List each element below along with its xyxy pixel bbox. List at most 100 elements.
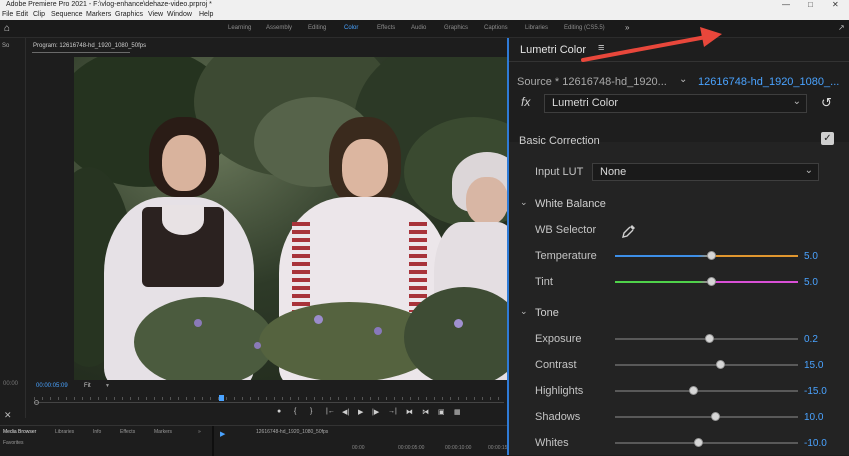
temperature-slider[interactable] bbox=[615, 251, 798, 260]
source-tab[interactable]: So bbox=[2, 43, 9, 49]
maximize-icon[interactable]: □ bbox=[808, 0, 813, 9]
workspace-captions[interactable]: Captions bbox=[484, 25, 508, 31]
panel-menu-icon[interactable]: ≡ bbox=[598, 42, 604, 54]
playhead[interactable] bbox=[219, 395, 224, 401]
menu-sequence[interactable]: Sequence bbox=[51, 10, 83, 20]
mark-out-button[interactable]: } bbox=[310, 408, 312, 415]
slider-knob[interactable] bbox=[716, 360, 726, 369]
workspace-color[interactable]: Color bbox=[344, 25, 358, 31]
white-balance-header[interactable]: White Balance bbox=[535, 198, 606, 210]
workspace-assembly[interactable]: Assembly bbox=[266, 25, 292, 31]
mark-in-button[interactable]: { bbox=[294, 408, 296, 415]
go-to-in-button[interactable]: |← bbox=[326, 408, 335, 415]
home-icon[interactable]: ⌂ bbox=[4, 23, 15, 34]
more-panels-icon[interactable]: » bbox=[198, 429, 201, 435]
temperature-value[interactable]: 5.0 bbox=[804, 251, 818, 262]
time-ruler[interactable] bbox=[34, 397, 504, 400]
workspace-audio[interactable]: Audio bbox=[411, 25, 426, 31]
tint-slider[interactable] bbox=[615, 277, 798, 286]
whites-slider[interactable] bbox=[615, 438, 798, 447]
fit-dropdown[interactable]: Fit bbox=[84, 383, 91, 389]
workspace-editing-cs55[interactable]: Editing (CS5.5) bbox=[564, 25, 605, 31]
wrench-icon[interactable]: ✕ bbox=[4, 410, 12, 421]
comparison-view-button[interactable]: ▦ bbox=[454, 408, 461, 416]
add-marker-button[interactable]: ● bbox=[277, 408, 281, 415]
tint-value[interactable]: 5.0 bbox=[804, 277, 818, 288]
menu-window[interactable]: Window bbox=[167, 10, 192, 20]
input-lut-label: Input LUT bbox=[535, 166, 584, 178]
exposure-slider[interactable] bbox=[615, 334, 798, 343]
tab-effects[interactable]: Effects bbox=[120, 429, 135, 435]
slider-knob[interactable] bbox=[694, 438, 704, 447]
source-chevron-icon[interactable]: ⌄ bbox=[679, 74, 687, 85]
menu-markers[interactable]: Markers bbox=[86, 10, 111, 20]
export-frame-button[interactable]: ▣ bbox=[438, 408, 445, 416]
play-button[interactable]: ▶ bbox=[358, 408, 363, 416]
go-to-out-button[interactable]: →| bbox=[388, 408, 397, 415]
slider-knob[interactable] bbox=[706, 251, 716, 260]
menu-clip[interactable]: Clip bbox=[33, 10, 45, 20]
left-panel: So 00:00 ✕ bbox=[0, 38, 26, 421]
tint-label: Tint bbox=[535, 276, 553, 288]
scrub-bar[interactable] bbox=[34, 402, 504, 403]
close-icon[interactable]: ✕ bbox=[832, 0, 839, 9]
bottom-panels: Media Browser Libraries Info Effects Mar… bbox=[0, 425, 514, 456]
clip-link[interactable]: 12616748-hd_1920_1080_... bbox=[698, 76, 839, 88]
favorites-dropdown[interactable]: Favorites bbox=[3, 440, 24, 446]
reset-icon[interactable]: ↺ bbox=[821, 95, 832, 111]
basic-correction-header[interactable]: Basic Correction bbox=[519, 135, 600, 147]
slider-knob[interactable] bbox=[710, 412, 720, 421]
more-workspaces-icon[interactable]: » bbox=[625, 23, 629, 32]
person-middle-face bbox=[342, 139, 388, 197]
workspace-learning[interactable]: Learning bbox=[228, 25, 251, 31]
eyedropper-icon[interactable] bbox=[621, 223, 637, 239]
program-title[interactable]: Program: 12616748-hd_1920_1080_50fps bbox=[33, 43, 146, 49]
menu-edit[interactable]: Edit bbox=[16, 10, 28, 20]
highlights-slider[interactable] bbox=[615, 386, 798, 395]
menu-help[interactable]: Help bbox=[199, 10, 213, 20]
video-frame[interactable] bbox=[74, 57, 507, 380]
shadows-slider[interactable] bbox=[615, 412, 798, 421]
whites-value[interactable]: -10.0 bbox=[804, 438, 827, 449]
exposure-value[interactable]: 0.2 bbox=[804, 334, 818, 345]
workspace-editing[interactable]: Editing bbox=[308, 25, 326, 31]
workspace-graphics[interactable]: Graphics bbox=[444, 25, 468, 31]
menu-view[interactable]: View bbox=[148, 10, 163, 20]
lift-button[interactable]: ⧓ bbox=[406, 408, 413, 416]
program-timecode[interactable]: 00:00:05:09 bbox=[36, 383, 68, 389]
export-icon[interactable]: ↗ bbox=[838, 23, 845, 32]
source-row: Source * 12616748-hd_1920... ⌄ 12616748-… bbox=[509, 62, 849, 142]
lumetri-title[interactable]: Lumetri Color bbox=[520, 44, 586, 56]
extract-button[interactable]: ⧒ bbox=[422, 408, 429, 416]
contrast-slider[interactable] bbox=[615, 360, 798, 369]
tone-header[interactable]: Tone bbox=[535, 307, 559, 319]
tab-markers[interactable]: Markers bbox=[154, 429, 172, 435]
shadows-value[interactable]: 10.0 bbox=[804, 412, 823, 423]
fit-chevron-icon[interactable]: ▼ bbox=[105, 383, 110, 389]
input-lut-dropdown[interactable]: None ⌄ bbox=[592, 163, 819, 181]
basic-correction-checkbox[interactable]: ✓ bbox=[821, 132, 834, 145]
effect-dropdown[interactable]: Lumetri Color ⌄ bbox=[544, 94, 807, 113]
step-back-button[interactable]: ◀| bbox=[342, 408, 349, 416]
selection-tool-icon[interactable]: ▶ bbox=[220, 430, 225, 438]
slider-knob[interactable] bbox=[705, 334, 715, 343]
timeline-sequence-tab[interactable]: 12616748-hd_1920_1080_50fps bbox=[256, 429, 328, 435]
slider-knob[interactable] bbox=[688, 386, 698, 395]
workspace-libraries[interactable]: Libraries bbox=[525, 25, 548, 31]
contrast-value[interactable]: 15.0 bbox=[804, 360, 823, 371]
tab-media-browser[interactable]: Media Browser bbox=[3, 429, 36, 435]
in-point-marker[interactable] bbox=[34, 400, 39, 405]
minimize-icon[interactable]: — bbox=[782, 0, 790, 9]
workspace-effects[interactable]: Effects bbox=[377, 25, 395, 31]
collapse-chevron-icon[interactable]: ⌄ bbox=[520, 306, 528, 317]
tab-info[interactable]: Info bbox=[93, 429, 101, 435]
step-forward-button[interactable]: |▶ bbox=[372, 408, 379, 416]
collapse-chevron-icon[interactable]: ⌄ bbox=[520, 197, 528, 208]
tab-libraries[interactable]: Libraries bbox=[55, 429, 74, 435]
source-label[interactable]: Source * 12616748-hd_1920... bbox=[517, 76, 667, 88]
slider-knob[interactable] bbox=[706, 277, 716, 286]
highlights-value[interactable]: -15.0 bbox=[804, 386, 827, 397]
fx-icon[interactable]: fx bbox=[521, 95, 530, 109]
menu-graphics[interactable]: Graphics bbox=[115, 10, 143, 20]
menu-file[interactable]: File bbox=[2, 10, 13, 20]
